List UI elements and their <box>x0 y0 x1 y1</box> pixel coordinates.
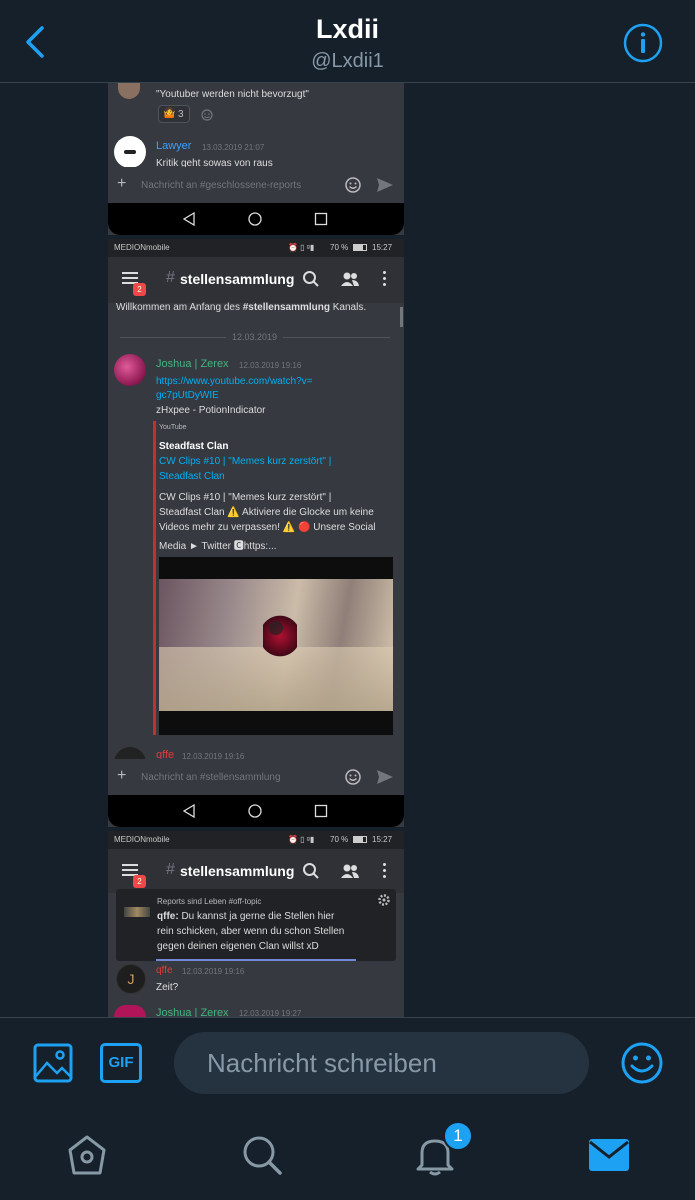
reaction-chip: 🤷 3 <box>158 105 190 123</box>
embed-desc-line: Steadfast Clan ⚠️ Aktiviere die Glocke u… <box>159 507 374 518</box>
android-recents-icon <box>314 804 328 818</box>
messages-envelope-icon[interactable] <box>588 1136 630 1174</box>
in-app-notification: Reports sind Leben #off-topic qffe: Du k… <box>116 889 396 961</box>
shared-screenshot-image[interactable]: "Youtuber werden nicht bevorzugt" 🤷 3 La… <box>108 83 404 1017</box>
channel-name: stellensammlung <box>180 271 295 287</box>
notification-line: rein schicken, aber wenn du schon Stelle… <box>157 926 345 937</box>
input-placeholder: Nachricht an #geschlossene-reports <box>141 180 302 191</box>
gear-icon <box>378 894 390 906</box>
notification-line: gegen deinen eigenen Clan willst xD <box>157 941 319 952</box>
message-timestamp: 12.03.2019 19:16 <box>239 361 302 370</box>
channel-name: stellensammlung <box>180 863 295 879</box>
embed-title-cont: Steadfast Clan <box>159 471 225 482</box>
android-back-icon <box>182 212 195 226</box>
message-timestamp: 13.03.2019 21:07 <box>202 143 265 152</box>
emoji-icon[interactable] <box>620 1041 664 1085</box>
gif-button[interactable]: GIF <box>100 1043 142 1083</box>
emoji-icon <box>345 769 361 785</box>
search-icon[interactable] <box>241 1134 283 1176</box>
notification-progress <box>156 959 356 961</box>
message-timestamp: 12.03.2019 19:16 <box>182 752 245 759</box>
info-icon[interactable] <box>622 22 664 64</box>
channel-header: 2 # stellensammlung <box>108 257 404 303</box>
embed-author: Steadfast Clan <box>159 441 229 452</box>
message-author: Lawyer <box>156 140 192 152</box>
battery-percent: 70 % <box>330 243 349 252</box>
add-reaction-icon <box>201 109 213 121</box>
members-icon <box>341 272 359 286</box>
notification-count-badge: 1 <box>443 1121 473 1151</box>
emoji-icon <box>345 177 361 193</box>
notification-source: Reports sind Leben #off-topic <box>157 897 262 906</box>
channel-header: 2 # stellensammlung <box>108 849 404 893</box>
carrier-label: MEDIONmobile <box>114 243 170 252</box>
status-time: 15:27 <box>372 835 393 844</box>
status-time: 15:27 <box>372 243 393 252</box>
discord-input: + Nachricht an #stellensammlung <box>108 759 404 795</box>
embed-desc-line: Media ► Twitter 🅲https:... <box>159 541 277 552</box>
date-divider: 12.03.2019 <box>226 332 284 342</box>
message-text: zHxpee - PotionIndicator <box>156 405 266 416</box>
message-timestamp: 12.03.2019 19:27 <box>239 1009 302 1017</box>
android-home-icon <box>248 212 262 226</box>
conversation-handle[interactable]: @Lxdii1 <box>0 50 695 73</box>
server-icon <box>124 907 150 917</box>
quote-text: "Youtuber werden nicht bevorzugt" <box>156 89 309 100</box>
joshua-avatar <box>114 1005 146 1017</box>
video-thumbnail <box>159 557 393 735</box>
send-icon <box>377 178 393 192</box>
message-text: Zeit? <box>156 982 179 993</box>
message-text: Kritik geht sowas von raus <box>156 158 273 167</box>
welcome-text: Willkommen am Anfang des #stellensammlun… <box>116 302 367 313</box>
qffe-avatar: J <box>116 964 146 994</box>
notification-line: qffe: Du kannst ja gerne die Stellen hie… <box>157 911 335 922</box>
input-placeholder: Nachricht an #stellensammlung <box>141 772 281 783</box>
reaction-count: 3 <box>178 109 184 120</box>
send-icon <box>377 770 393 784</box>
android-home-icon <box>248 804 262 818</box>
discord-input: + Nachricht an #geschlossene-reports <box>108 167 404 203</box>
mention-badge: 2 <box>133 283 146 296</box>
android-recents-icon <box>314 212 328 226</box>
embed-title: CW Clips #10 | "Memes kurz zerstört" | <box>159 456 332 467</box>
more-icon <box>383 863 386 866</box>
embed-stripe <box>153 421 156 735</box>
menu-icon <box>122 272 138 274</box>
image-icon[interactable] <box>33 1043 73 1083</box>
message-author: qffe <box>156 965 173 976</box>
search-icon <box>303 863 319 879</box>
message-input-placeholder: Nachricht schreiben <box>207 1048 437 1078</box>
members-icon <box>341 864 359 878</box>
conversation-header: Lxdii @Lxdii1 <box>0 0 695 83</box>
more-icon <box>383 271 386 274</box>
message-link-cont: gc7pUtDyWIE <box>156 390 219 401</box>
mention-badge: 2 <box>133 875 146 888</box>
conversation-title[interactable]: Lxdii <box>0 14 695 45</box>
embed-desc-line: Videos mehr zu verpassen! ⚠️ 🔴 Unsere So… <box>159 522 376 533</box>
message-author: Joshua | Zerex <box>156 358 229 370</box>
embed-provider: YouTube <box>159 424 187 431</box>
embed-desc-line: CW Clips #10 | "Memes kurz zerstört" | <box>159 492 332 503</box>
carrier-label: MEDIONmobile <box>114 835 170 844</box>
home-icon[interactable] <box>67 1134 107 1176</box>
message-timestamp: 12.03.2019 19:16 <box>182 967 245 976</box>
phone-status-bar: MEDIONmobile ⏰ ▯ ᵍ▮ 70 % 15:27 <box>108 831 404 849</box>
message-author: Joshua | Zerex <box>156 1007 229 1017</box>
android-nav-bar <box>108 795 404 827</box>
message-link: https://www.youtube.com/watch?v= <box>156 376 313 387</box>
battery-percent: 70 % <box>330 835 349 844</box>
message-author: qffe <box>156 749 175 759</box>
joshua-avatar <box>114 354 146 386</box>
search-icon <box>303 271 319 287</box>
avatar <box>118 83 140 99</box>
android-nav-bar <box>108 203 404 235</box>
menu-icon <box>122 864 138 866</box>
android-back-icon <box>182 804 195 818</box>
phone-status-bar: MEDIONmobile ⏰ ▯ ᵍ▮ 70 % 15:27 <box>108 239 404 257</box>
lawyer-avatar <box>114 136 146 168</box>
